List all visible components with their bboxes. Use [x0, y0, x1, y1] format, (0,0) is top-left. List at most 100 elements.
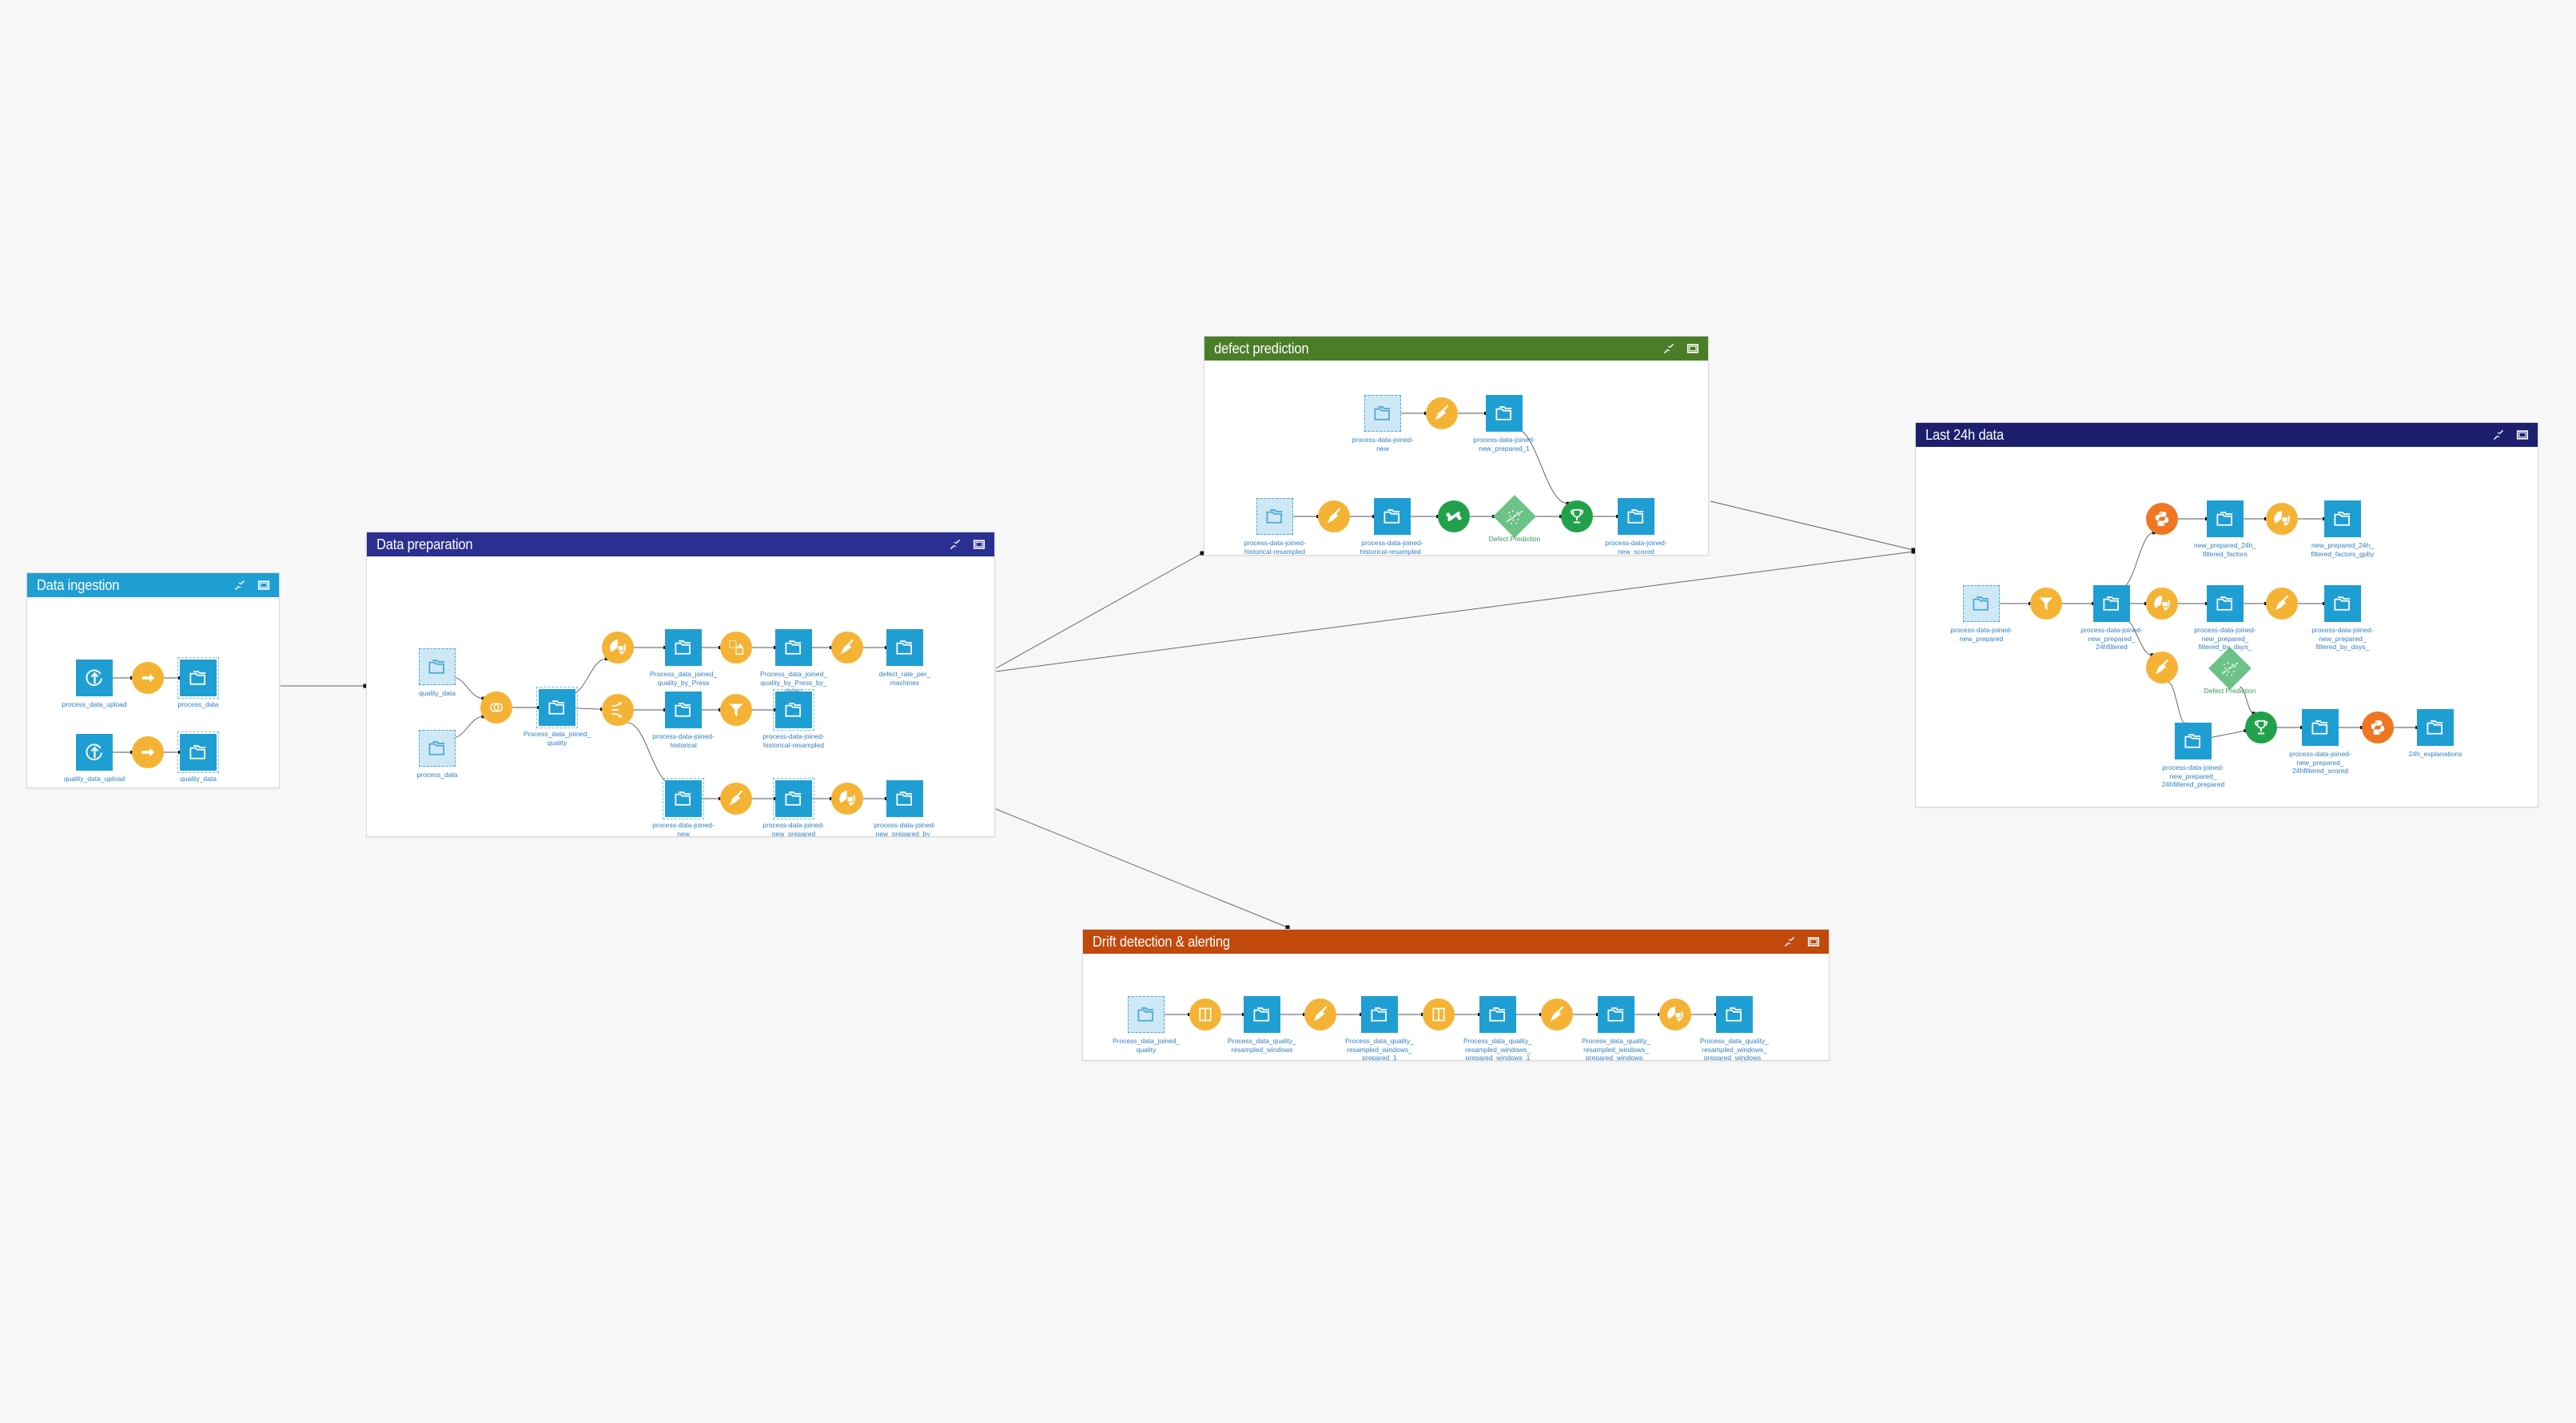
graph-node[interactable]: new_prepared_24h_ filtered_factors_gpby: [2311, 500, 2374, 558]
graph-node[interactable]: process-data-joined- historical-resample…: [1360, 498, 1424, 555]
graph-node[interactable]: process-data-joined- new_prepared_ filte…: [2311, 585, 2374, 651]
graph-node[interactable]: process-data-joined- new: [652, 778, 715, 836]
dataset-node[interactable]: [663, 778, 704, 819]
panel-defect-prediction[interactable]: defect prediction process-data-joined- ne…: [1204, 336, 1709, 556]
graph-node[interactable]: new_prepared_24h_ filtered_factors: [2194, 500, 2256, 558]
graph-node[interactable]: [720, 632, 752, 664]
graph-node[interactable]: Process_data_joined_ quality: [524, 687, 591, 747]
operation-node[interactable]: [132, 736, 164, 768]
graph-node[interactable]: [2030, 588, 2062, 620]
graph-node[interactable]: [1304, 998, 1336, 1030]
graph-node[interactable]: process-data-joined- new_prepared_by_ Da…: [874, 780, 936, 836]
graph-node[interactable]: [1561, 500, 1593, 532]
graph-node[interactable]: [2146, 503, 2178, 535]
panel-header-data-ingestion[interactable]: Data ingestion: [27, 573, 279, 597]
maximize-icon[interactable]: [2516, 428, 2530, 442]
graph-node[interactable]: [2266, 588, 2298, 620]
graph-node[interactable]: [1189, 998, 1221, 1030]
dataset-node[interactable]: [1244, 996, 1280, 1033]
maximize-icon[interactable]: [257, 579, 271, 592]
collapse-icon[interactable]: [949, 538, 962, 552]
graph-node[interactable]: [720, 783, 752, 815]
graph-node[interactable]: [720, 694, 752, 726]
operation-node[interactable]: [1438, 500, 1470, 532]
operation-node[interactable]: [720, 632, 752, 664]
graph-node[interactable]: process_data: [416, 730, 458, 779]
operation-node[interactable]: [1423, 998, 1455, 1030]
graph-node[interactable]: Process_data_quality_ resampled_windows_…: [1700, 996, 1769, 1060]
panel-header-drift-detection[interactable]: Drift detection & alerting: [1083, 930, 1829, 954]
graph-node[interactable]: Process_data_quality_ resampled_windows_…: [1463, 996, 1532, 1060]
graph-node[interactable]: process-data-joined- new_prepared_1: [1473, 395, 1535, 452]
graph-node[interactable]: [2146, 652, 2178, 684]
dataset-node[interactable]: [1256, 498, 1293, 535]
graph-node[interactable]: process-data-joined- historical: [652, 692, 715, 749]
graph-node[interactable]: process-data-joined- new: [1352, 395, 1414, 452]
dataset-node[interactable]: [886, 780, 923, 817]
dataset-node[interactable]: [2207, 585, 2244, 622]
graph-node[interactable]: [1438, 500, 1470, 532]
dataset-node[interactable]: [1479, 996, 1516, 1033]
operation-node[interactable]: [720, 694, 752, 726]
graph-node[interactable]: Process_data_joined_ quality_by_Press: [650, 629, 717, 687]
graph-node[interactable]: [1659, 998, 1691, 1030]
operation-node[interactable]: [2266, 503, 2298, 535]
dataset-node[interactable]: [775, 629, 812, 666]
operation-node[interactable]: [831, 783, 863, 815]
graph-node[interactable]: [602, 632, 634, 664]
panel-header-defect-prediction[interactable]: defect prediction: [1204, 337, 1708, 361]
dataset-node[interactable]: [1618, 498, 1654, 535]
dataset-node[interactable]: [2417, 709, 2454, 746]
operation-node[interactable]: [2266, 588, 2298, 620]
operation-node[interactable]: [602, 694, 634, 726]
collapse-icon[interactable]: [1662, 342, 1676, 356]
graph-node[interactable]: [2266, 503, 2298, 535]
graph-node[interactable]: process_data_upload: [62, 660, 127, 708]
operation-node[interactable]: [1304, 998, 1336, 1030]
graph-node[interactable]: process-data-joined- new_scored: [1605, 498, 1667, 555]
dataset-node[interactable]: [1963, 585, 2000, 622]
operation-node[interactable]: [132, 662, 164, 694]
graph-node[interactable]: Process_data_joined_ quality: [1113, 996, 1180, 1054]
dataset-node[interactable]: [419, 648, 456, 685]
operation-node[interactable]: [1541, 998, 1573, 1030]
model-node[interactable]: [1493, 495, 1536, 538]
maximize-icon[interactable]: [973, 538, 986, 552]
graph-node[interactable]: [831, 632, 863, 664]
maximize-icon[interactable]: [1686, 342, 1700, 356]
operation-node[interactable]: [1561, 500, 1593, 532]
operation-node[interactable]: [2245, 712, 2277, 743]
operation-node[interactable]: [2146, 588, 2178, 620]
workflow-canvas[interactable]: Data ingestion process_data_upload process…: [0, 0, 2576, 1423]
graph-node[interactable]: Process_data_quality_ resampled_windows_…: [1345, 996, 1414, 1060]
graph-node[interactable]: [831, 783, 863, 815]
dataset-node[interactable]: [536, 687, 578, 728]
graph-node[interactable]: [602, 694, 634, 726]
operation-node[interactable]: [480, 692, 512, 723]
graph-node[interactable]: [132, 662, 164, 694]
maximize-icon[interactable]: [1807, 935, 1821, 949]
panel-header-last-24h-data[interactable]: Last 24h data: [1916, 423, 2538, 447]
dataset-node[interactable]: [1486, 395, 1523, 432]
dataset-node[interactable]: [773, 689, 814, 731]
graph-node[interactable]: [1541, 998, 1573, 1030]
graph-node[interactable]: process-data-joined- new_prepared: [762, 778, 825, 836]
dataset-node[interactable]: [76, 734, 113, 771]
dataset-node[interactable]: [76, 660, 113, 696]
operation-node[interactable]: [2030, 588, 2062, 620]
dataset-node[interactable]: [2324, 585, 2361, 622]
graph-node[interactable]: [132, 736, 164, 768]
graph-node[interactable]: [1423, 998, 1455, 1030]
dataset-node[interactable]: [2324, 500, 2361, 537]
graph-node[interactable]: process-data-joined- historical-resample…: [1244, 498, 1306, 555]
dataset-node[interactable]: [177, 657, 219, 699]
operation-node[interactable]: [2146, 503, 2178, 535]
dataset-node[interactable]: [2175, 723, 2212, 759]
dataset-node[interactable]: [1716, 996, 1753, 1033]
operation-node[interactable]: [831, 632, 863, 664]
graph-node[interactable]: process-data-joined- historical-resample…: [762, 689, 825, 749]
graph-node[interactable]: process_data: [177, 657, 219, 708]
collapse-icon[interactable]: [233, 579, 247, 592]
dataset-node[interactable]: [1128, 996, 1165, 1033]
graph-node[interactable]: Process_data_joined_ quality_by_Press_by…: [760, 629, 827, 695]
